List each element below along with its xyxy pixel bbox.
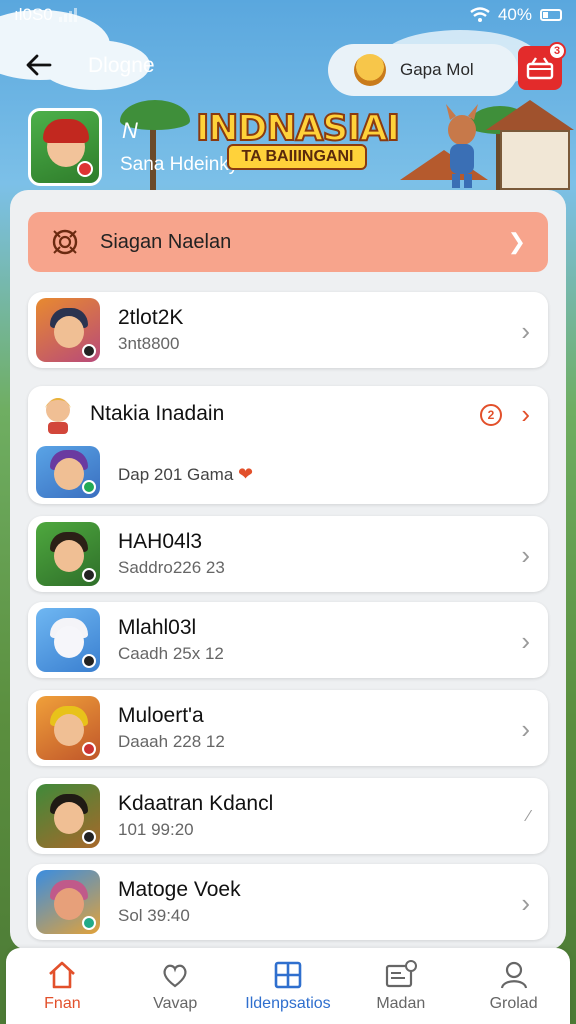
game-thumbnail: [36, 870, 100, 934]
nav-profile[interactable]: Grolad: [459, 959, 569, 1013]
grid-icon: [274, 961, 302, 989]
nav-label: Ildenpsatios: [245, 995, 331, 1012]
nav-label: Grolad: [489, 995, 538, 1012]
list-item[interactable]: Ntakia Inadain 2 › Dap 201 Gama ❤: [28, 386, 548, 504]
nav-label: Fnan: [44, 995, 81, 1012]
game-thumbnail: [36, 522, 100, 586]
mascot-illustration: [446, 104, 478, 188]
chevron-right-icon: ›: [521, 316, 530, 346]
heart-icon: ❤: [238, 464, 254, 484]
nav-label: Madan: [376, 995, 426, 1012]
chevron-right-icon: ›: [521, 888, 530, 918]
status-right: 40%: [470, 5, 562, 25]
chevron-right-icon: ›: [521, 714, 530, 744]
item-title: Matoge Voek: [118, 878, 241, 901]
item-subtitle: Daaah 228 12: [118, 732, 225, 751]
status-bar: ıl0S0 40%: [0, 0, 576, 30]
status-left: ıl0S0: [14, 5, 77, 25]
nav-messages[interactable]: Madan: [346, 959, 456, 1013]
header-title: Dlogne: [88, 54, 155, 77]
logo-band-text: TA BAIIINGANI: [227, 144, 368, 170]
game-pill-button[interactable]: Gapa Mol: [328, 44, 518, 96]
game-thumbnail: [36, 784, 100, 848]
back-arrow-icon: [26, 54, 52, 76]
promo-banner[interactable]: Siagan Naelan ❯: [28, 212, 548, 272]
chevron-right-icon: ⁄: [527, 808, 530, 825]
list-item[interactable]: Muloert'a Daaah 228 12 ›: [28, 690, 548, 766]
signal-icon: [58, 8, 77, 22]
wifi-icon: [470, 7, 490, 22]
game-pill-label: Gapa Mol: [400, 60, 474, 79]
alert-badge: 2: [480, 404, 502, 426]
cart-badge: 3: [548, 42, 566, 60]
item-title: HAH04l3: [118, 530, 203, 553]
game-helmet-icon: [354, 54, 386, 86]
hero-letter: N: [122, 118, 138, 143]
cart-button[interactable]: 3: [518, 42, 566, 90]
item-subtitle: Dap 201 Gama ❤: [118, 464, 253, 485]
list-item[interactable]: HAH04l3 Saddro226 23 ›: [28, 516, 548, 592]
home-icon: [49, 961, 76, 989]
item-subtitle: 3nt8800: [118, 334, 180, 353]
hero-avatar[interactable]: [28, 108, 102, 186]
back-button[interactable]: [24, 50, 64, 86]
chevron-right-icon: ›: [521, 399, 530, 429]
logo-main-text: INDNASIAI: [195, 108, 401, 149]
chevron-right-icon: ›: [521, 626, 530, 656]
item-title: Kdaatran Kdancl: [118, 792, 274, 815]
carrier-text: ıl0S0: [14, 5, 53, 24]
promo-label: Siagan Naelan: [100, 230, 232, 253]
cart-icon: [526, 57, 554, 80]
game-thumbnail: [36, 608, 100, 672]
item-subtitle: Sol 39:40: [118, 906, 190, 925]
character-avatar: [38, 392, 78, 434]
battery-percent: 40%: [497, 5, 532, 24]
item-title: Mlahl03l: [118, 616, 197, 639]
list-item[interactable]: Mlahl03l Caadh 25x 12 ›: [28, 602, 548, 678]
item-subtitle: Caadh 25x 12: [118, 644, 224, 663]
game-logo: INDNASIAI TA BAIIINGANI: [195, 108, 401, 170]
nav-favorites[interactable]: Vavap: [120, 959, 230, 1013]
item-subtitle: Saddro226 23: [118, 558, 225, 577]
item-title: 2tlot2K: [118, 306, 184, 329]
list-item[interactable]: Kdaatran Kdancl 101 99:20 ⁄: [28, 778, 548, 854]
heart-icon: [163, 964, 187, 988]
bottom-navigation: Fnan Vavap Ildenpsatios Madan Grolad: [6, 948, 570, 1024]
target-icon: [52, 229, 78, 255]
item-title: Muloert'a: [118, 704, 204, 727]
game-thumbnail: [36, 446, 100, 498]
list-item[interactable]: 2tlot2K 3nt8800 ›: [28, 292, 548, 368]
mail-icon: [385, 960, 417, 988]
chevron-right-icon: ›: [521, 540, 530, 570]
game-thumbnail: [36, 696, 100, 760]
nav-home[interactable]: Fnan: [7, 959, 117, 1013]
chevron-right-icon: ❯: [507, 229, 526, 254]
item-subtitle-text: Dap 201 Gama: [118, 465, 234, 484]
list-item[interactable]: Matoge Voek Sol 39:40 ›: [28, 864, 548, 940]
profile-icon: [500, 961, 527, 989]
header: Dlogne Gapa Mol 3: [0, 40, 576, 96]
nav-grid[interactable]: Ildenpsatios: [233, 959, 343, 1013]
item-title: Ntakia Inadain: [90, 402, 225, 425]
game-thumbnail: [36, 298, 100, 362]
item-subtitle: 101 99:20: [118, 820, 194, 839]
nav-label: Vavap: [153, 995, 198, 1012]
battery-icon: [540, 9, 562, 21]
